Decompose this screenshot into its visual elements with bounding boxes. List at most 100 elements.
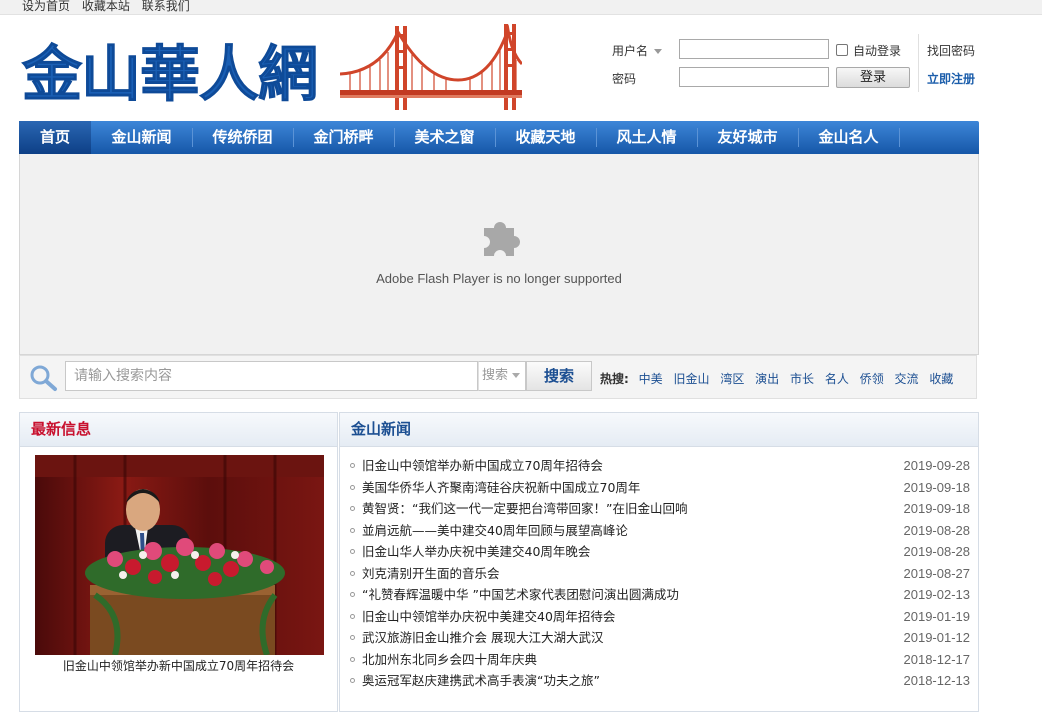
news-date: 2018-12-17	[903, 651, 971, 667]
jinshan-news-panel: 金山新闻 旧金山中领馆举办新中国成立70周年招待会 2019-09-28 美国华侨…	[339, 412, 979, 712]
login-divider	[918, 34, 919, 92]
news-item[interactable]: “礼赞春辉温暖中华 ”中国艺术家代表团慰问演出圆满成功 2019-02-13	[350, 584, 970, 606]
news-item[interactable]: 旧金山华人举办庆祝中美建交40周年晚会 2019-08-28	[350, 541, 970, 563]
username-label[interactable]: 用户名	[612, 42, 663, 59]
news-title[interactable]: 並肩远航——美中建交40周年回顾与展望高峰论	[362, 520, 628, 542]
nav-separator	[899, 128, 900, 147]
news-title[interactable]: 北加州东北同乡会四十周年庆典	[362, 649, 537, 671]
hot-tag[interactable]: 中美	[639, 372, 663, 386]
username-input[interactable]	[679, 39, 829, 59]
news-item[interactable]: 奥运冠军赵庆建携武术高手表演“功夫之旅” 2018-12-13	[350, 670, 970, 692]
hot-tag[interactable]: 湾区	[720, 372, 744, 386]
nav-golden-gate[interactable]: 金门桥畔	[293, 121, 394, 154]
jinshan-news-title: 金山新闻	[340, 413, 978, 447]
bullet-icon	[350, 463, 355, 468]
password-input[interactable]	[679, 67, 829, 87]
photo-caption[interactable]: 旧金山中领馆举办新中国成立70周年招待会	[20, 657, 337, 674]
contact-link[interactable]: 联系我们	[142, 0, 190, 13]
site-logo[interactable]: 金山華人網	[22, 24, 522, 112]
news-title[interactable]: 旧金山华人举办庆祝中美建交40周年晚会	[362, 541, 590, 563]
latest-info-panel: 最新信息 旧金山中领馆举办新中国成立70周年招待会	[19, 412, 338, 712]
news-list: 旧金山中领馆举办新中国成立70周年招待会 2019-09-28 美国华侨华人齐聚南…	[350, 455, 970, 692]
nav-jinshan-news[interactable]: 金山新闻	[91, 121, 192, 154]
password-label: 密码	[612, 72, 637, 86]
news-item[interactable]: 刘克清别开生面的音乐会 2019-08-27	[350, 563, 970, 585]
bullet-icon	[350, 570, 355, 576]
news-date: 2019-08-27	[903, 565, 971, 581]
news-item[interactable]: 北加州东北同乡会四十周年庆典 2018-12-17	[350, 649, 970, 671]
nav-celebrities[interactable]: 金山名人	[798, 121, 899, 154]
news-title[interactable]: 刘克清别开生面的音乐会	[362, 563, 500, 585]
main-nav: 首页 金山新闻 传统侨团 金门桥畔 美术之窗 收藏天地 风土人情 友好城市 金山…	[19, 121, 979, 154]
search-type-value: 搜索	[482, 368, 509, 383]
news-date: 2019-09-18	[903, 501, 971, 516]
news-title[interactable]: 奥运冠军赵庆建携武术高手表演“功夫之旅”	[362, 670, 600, 692]
search-icon	[30, 365, 57, 391]
bullet-icon	[350, 549, 355, 554]
login-button[interactable]: 登录	[836, 67, 910, 88]
bullet-icon	[350, 527, 355, 533]
register-link[interactable]: 立即注册	[927, 70, 975, 87]
latest-info-title: 最新信息	[20, 413, 337, 447]
search-bar: 请输入搜索内容 搜索 搜索 热搜: 中美 旧金山 湾区 演出 市长 名人 侨领 …	[19, 355, 977, 399]
auto-login-label: 自动登录	[853, 44, 902, 58]
hot-tag[interactable]: 收藏	[929, 372, 953, 386]
news-date: 2019-09-18	[903, 479, 971, 495]
news-title[interactable]: 武汉旅游旧金山推介会 展现大江大湖大武汉	[362, 627, 603, 649]
news-date: 2019-01-19	[903, 608, 971, 624]
news-item[interactable]: 黄智贤：“我们这一代一定要把台湾带回家！”在旧金山回响 2019-09-18	[350, 498, 970, 520]
chevron-down-icon	[654, 49, 663, 54]
hot-tag[interactable]: 旧金山	[673, 372, 709, 386]
hot-search-label: 热搜:	[600, 372, 629, 386]
login-form: 用户名 自动登录 找回密码 密码 登录 立即注册	[600, 34, 1000, 94]
nav-collection[interactable]: 收藏天地	[495, 121, 596, 154]
bullet-icon	[350, 592, 355, 597]
nav-art[interactable]: 美术之窗	[394, 121, 495, 154]
news-title[interactable]: “礼赞春辉温暖中华 ”中国艺术家代表团慰问演出圆满成功	[362, 584, 679, 606]
latest-news-photo[interactable]	[35, 455, 324, 655]
bullet-icon	[350, 635, 355, 640]
news-date: 2019-02-13	[903, 587, 971, 602]
news-item[interactable]: 武汉旅游旧金山推介会 展现大江大湖大武汉 2019-01-12	[350, 627, 970, 649]
news-date: 2019-01-12	[903, 630, 971, 645]
flash-unsupported-message: Adobe Flash Player is no longer supporte…	[376, 271, 622, 286]
puzzle-icon	[484, 222, 520, 256]
nav-sister-cities[interactable]: 友好城市	[697, 121, 798, 154]
nav-overseas-groups[interactable]: 传统侨团	[192, 121, 293, 154]
news-item[interactable]: 美国华侨华人齐聚南湾硅谷庆祝新中国成立70周年 2019-09-18	[350, 477, 970, 499]
news-title[interactable]: 美国华侨华人齐聚南湾硅谷庆祝新中国成立70周年	[362, 477, 640, 499]
forgot-password-link[interactable]: 找回密码	[927, 42, 975, 59]
nav-home[interactable]: 首页	[19, 121, 91, 154]
bullet-icon	[350, 656, 355, 662]
search-input[interactable]: 请输入搜索内容	[65, 361, 478, 391]
news-date: 2019-08-28	[903, 544, 971, 559]
top-links: 设为首页 收藏本站 联系我们	[22, 0, 198, 14]
bullet-icon	[350, 613, 355, 619]
flash-banner: Adobe Flash Player is no longer supporte…	[19, 154, 979, 355]
news-item[interactable]: 旧金山中领馆举办庆祝中美建交40周年招待会 2019-01-19	[350, 606, 970, 628]
news-date: 2019-08-28	[903, 522, 971, 538]
news-title[interactable]: 旧金山中领馆举办新中国成立70周年招待会	[362, 455, 603, 477]
news-item[interactable]: 並肩远航——美中建交40周年回顾与展望高峰论 2019-08-28	[350, 520, 970, 542]
bookmark-link[interactable]: 收藏本站	[82, 0, 130, 13]
bullet-icon	[350, 506, 355, 511]
hot-tag[interactable]: 演出	[755, 372, 779, 386]
hot-searches: 热搜: 中美 旧金山 湾区 演出 市长 名人 侨领 交流 收藏	[600, 370, 960, 387]
search-button[interactable]: 搜索	[526, 361, 592, 391]
auto-login-checkbox[interactable]	[836, 44, 848, 56]
news-title[interactable]: 旧金山中领馆举办庆祝中美建交40周年招待会	[362, 606, 615, 628]
news-date: 2019-09-28	[903, 458, 971, 473]
hot-tag[interactable]: 名人	[825, 372, 849, 386]
bullet-icon	[350, 484, 355, 490]
nav-customs[interactable]: 风土人情	[596, 121, 697, 154]
chevron-down-icon	[512, 373, 521, 378]
hot-tag[interactable]: 侨领	[860, 372, 884, 386]
logo-text: 金山華人網	[22, 40, 319, 111]
hot-tag[interactable]: 交流	[895, 372, 919, 386]
news-title[interactable]: 黄智贤：“我们这一代一定要把台湾带回家！”在旧金山回响	[362, 498, 687, 520]
set-homepage-link[interactable]: 设为首页	[22, 0, 70, 13]
news-item[interactable]: 旧金山中领馆举办新中国成立70周年招待会 2019-09-28	[350, 455, 970, 477]
hot-tag[interactable]: 市长	[790, 372, 814, 386]
search-type-select[interactable]: 搜索	[478, 361, 526, 391]
golden-gate-bridge-icon	[340, 24, 522, 110]
